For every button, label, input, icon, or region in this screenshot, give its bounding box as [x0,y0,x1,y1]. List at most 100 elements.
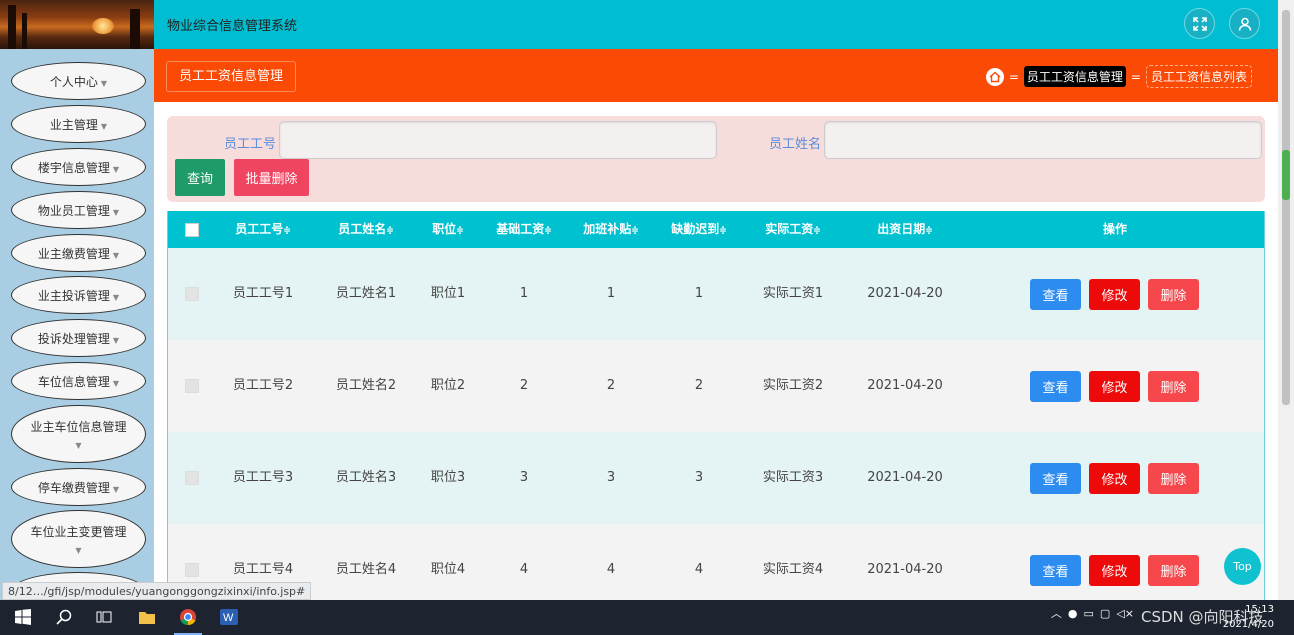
sidebar-item[interactable]: 楼宇信息管理 ▼ [11,148,146,186]
employee-no-input[interactable] [279,121,717,159]
chevron-up-icon[interactable]: ︿ [1051,605,1062,621]
row-checkbox[interactable] [185,287,199,301]
select-all-checkbox[interactable] [185,223,199,237]
system-title: 物业综合信息管理系统 [167,19,298,34]
scrollbar-grip[interactable] [1282,150,1290,200]
sort-icon[interactable]: ≑ [925,226,933,236]
fullscreen-button[interactable] [1184,8,1215,39]
sidebar-item-label: 业主管理 [49,117,98,132]
breadcrumb-item-salary-management[interactable]: 员工工资信息管理 [1023,66,1126,87]
sidebar-item-label: 楼宇信息管理 [37,160,110,175]
sidebar-item[interactable]: 业主投诉管理 ▼ [11,276,146,314]
row-checkbox[interactable] [185,563,199,577]
sidebar-item[interactable]: 业主管理 ▼ [11,105,146,143]
column-header[interactable]: 缺勤迟到≑ [659,211,739,248]
column-header[interactable]: 出资日期≑ [855,211,955,248]
sidebar-item[interactable]: 物业员工管理 ▼ [11,191,146,229]
task-view-icon[interactable] [90,604,118,630]
sidebar-item-label: 业主投诉管理 [37,288,110,303]
table-cell: 3 [606,470,616,485]
column-header-label: 员工工号 [235,222,284,236]
vertical-scrollbar[interactable] [1278,0,1294,600]
row-checkbox[interactable] [185,379,199,393]
sidebar-item-row: 业主投诉管理 ▼ [38,287,119,304]
expand-icon [1192,16,1207,31]
sidebar-item[interactable]: 投诉处理管理 ▼ [11,319,146,357]
sidebar-item-label: 车位信息管理 [37,374,110,389]
chevron-down-icon: ▼ [112,207,120,217]
column-header[interactable]: 加班补贴≑ [571,211,651,248]
sidebar-item-label: 个人中心 [49,74,98,89]
user-button[interactable] [1229,8,1260,39]
table-cell: 1 [694,286,704,301]
delete-button[interactable]: 删除 [1148,463,1199,494]
sidebar-item[interactable]: 个人中心 ▼ [11,62,146,100]
table-cell: 2021-04-20 [867,286,943,301]
search-icon[interactable] [50,604,78,630]
table-cell: 员工姓名4 [335,562,397,577]
home-icon[interactable] [985,67,1004,86]
sort-icon[interactable]: ≑ [386,226,394,236]
query-button[interactable]: 查询 [175,159,225,196]
table-row: 员工工号2 员工姓名2 职位2 2 2 2 实际工资2 2021-04-20 查看 修改 删除 [168,340,1264,432]
sort-icon[interactable]: ≑ [283,226,291,236]
search-form: 员工工号 员工姓名 查询 批量删除 [167,116,1265,202]
column-header[interactable]: 员工姓名≑ [316,211,416,248]
employee-name-input[interactable] [824,121,1262,159]
delete-button[interactable]: 删除 [1148,279,1199,310]
chevron-down-icon: ▼ [100,78,108,88]
row-checkbox[interactable] [185,471,199,485]
view-button[interactable]: 查看 [1030,555,1081,586]
delete-button[interactable]: 删除 [1148,371,1199,402]
sidebar-item-label: 投诉处理管理 [37,331,110,346]
table-cell: 3 [519,470,529,485]
sidebar-item[interactable]: 停车缴费管理 ▼ [11,468,146,506]
chevron-down-icon: ▼ [112,335,120,345]
svg-text:W: W [223,612,234,624]
delete-button[interactable]: 删除 [1148,555,1199,586]
network-icon[interactable]: ▢ [1100,607,1110,620]
scrollbar-thumb[interactable] [1282,10,1290,405]
column-header-label: 基础工资 [496,222,545,236]
view-button[interactable]: 查看 [1030,279,1081,310]
status-bar-url: 8/12…/gfi/jsp/modules/yuangonggongzixinx… [2,582,312,600]
tray-app-icon[interactable]: ● [1068,607,1078,620]
windows-start-icon[interactable] [9,604,37,630]
column-header[interactable]: 员工工号≑ [213,211,313,248]
sidebar-item[interactable]: 车位业主变更管理 ▼ [11,510,146,568]
sort-icon[interactable]: ≑ [813,226,821,236]
chrome-icon[interactable] [174,604,202,630]
chevron-down-icon: ▼ [112,292,120,302]
sort-icon[interactable]: ≑ [544,226,552,236]
column-header[interactable]: 职位≑ [418,211,478,248]
column-header-label: 职位 [432,222,457,236]
taskbar: W ︿ ● ▭ ▢ ◁× 15:13 2021/4/20 [0,600,1294,635]
sidebar-item-row: 楼宇信息管理 ▼ [38,159,119,176]
edit-button[interactable]: 修改 [1089,555,1140,586]
sort-icon[interactable]: ≑ [456,226,464,236]
sort-icon[interactable]: ≑ [719,226,727,236]
edit-button[interactable]: 修改 [1089,279,1140,310]
column-header[interactable]: 基础工资≑ [484,211,564,248]
view-button[interactable]: 查看 [1030,463,1081,494]
system-tray[interactable]: ︿ ● ▭ ▢ ◁× [1051,605,1134,621]
sort-icon[interactable]: ≑ [631,226,639,236]
file-explorer-icon[interactable] [133,604,161,630]
sidebar-item-label: 业主车位信息管理 [30,420,127,434]
view-button[interactable]: 查看 [1030,371,1081,402]
table-cell: 实际工资2 [762,378,824,393]
volume-icon[interactable]: ◁× [1116,607,1134,620]
battery-icon[interactable]: ▭ [1084,607,1094,620]
sidebar-item-row: 车位信息管理 ▼ [38,373,119,390]
sidebar-item[interactable]: 车位信息管理 ▼ [11,362,146,400]
sidebar-item[interactable]: 业主缴费管理 ▼ [11,234,146,272]
edit-button[interactable]: 修改 [1089,463,1140,494]
page-title: 员工工资信息管理 [166,61,297,92]
batch-delete-button[interactable]: 批量删除 [234,159,309,196]
edit-button[interactable]: 修改 [1089,371,1140,402]
column-header[interactable]: 实际工资≑ [743,211,843,248]
table-cell: 4 [694,562,704,577]
back-to-top-button[interactable]: Top [1224,548,1261,585]
sidebar-item[interactable]: 业主车位信息管理 ▼ [11,405,146,463]
word-icon[interactable]: W [215,604,243,630]
